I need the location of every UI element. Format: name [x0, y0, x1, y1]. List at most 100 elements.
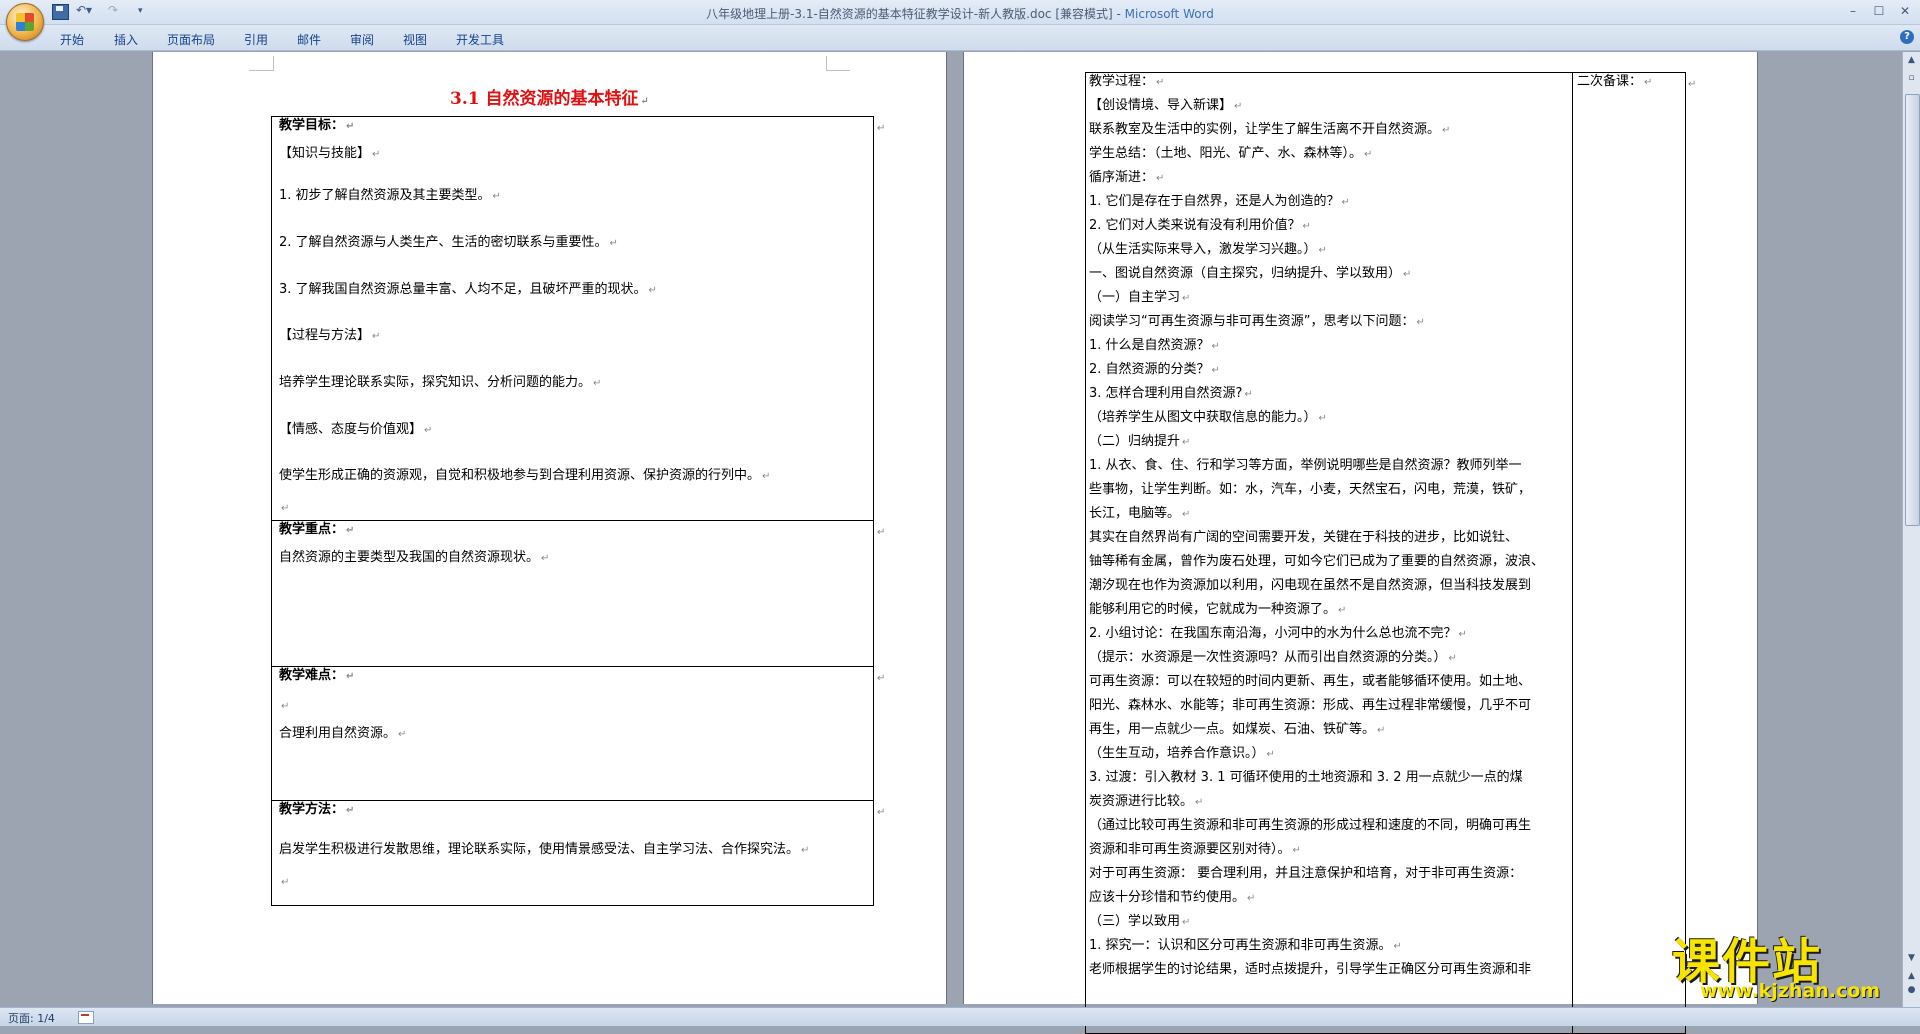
window-title: 八年级地理上册-3.1-自然资源的基本特征教学设计-新人教版.doc [兼容模式…	[0, 5, 1920, 22]
scroll-down-icon[interactable]: ▼	[1905, 952, 1918, 965]
process-line: 长江，电脑等。 ↵	[1089, 506, 1191, 521]
title-bar: ↶▾ ↷ ▾ 八年级地理上册-3.1-自然资源的基本特征教学设计-新人教版.do…	[0, 0, 1920, 25]
process-line: 炭资源进行比较。 ↵	[1089, 794, 1204, 809]
previous-page-icon[interactable]: ▲	[1905, 970, 1918, 983]
process-line: 联系教室及生活中的实例，让学生了解生活离不开自然资源。 ↵	[1089, 122, 1451, 137]
proofing-icon[interactable]	[78, 1011, 94, 1024]
goal-line: 2. 了解自然资源与人类生产、生活的密切联系与重要性。 ↵	[279, 235, 618, 250]
office-logo-icon	[16, 13, 34, 31]
process-line: 些事物，让学生判断。如：水，汽车，小麦，天然宝石，闪电，荒漠，铁矿，	[1089, 482, 1532, 497]
process-line: 可再生资源：可以在较短的时间内更新、再生，或者能够循环使用。如土地、	[1089, 674, 1532, 689]
app-name: Microsoft Word	[1124, 7, 1214, 21]
table-column-divider	[1572, 72, 1573, 1034]
tab-developer[interactable]: 开发工具	[456, 31, 504, 48]
tab-insert[interactable]: 插入	[114, 31, 138, 48]
table-divider	[271, 520, 873, 521]
process-line: 3. 怎样合理利用自然资源? ↵	[1089, 386, 1253, 401]
tab-page-layout[interactable]: 页面布局	[167, 31, 215, 48]
browse-object-icon[interactable]: ●	[1905, 984, 1918, 997]
tab-home[interactable]: 开始	[60, 31, 84, 48]
process-line: 阳光、森林水、水能等；非可再生资源：形成、再生过程非常缓慢，几乎不可	[1089, 698, 1532, 713]
process-line: （二）归纳提升 ↵	[1089, 434, 1191, 449]
row-end-mark: ↵	[877, 123, 886, 134]
process-line: 循序渐进： ↵	[1089, 170, 1165, 185]
row-end-mark: ↵	[877, 527, 886, 538]
process-line: （通过比较可再生资源和非可再生资源的形成过程和速度的不同，明确可再生	[1089, 818, 1532, 833]
watermark-url: www.kjzhan.com	[1700, 980, 1881, 1002]
process-line: 学生总结：（土地、阳光、矿产、水、森林等）。 ↵	[1089, 146, 1373, 161]
table-divider	[271, 800, 873, 801]
process-line: 能够利用它的时候，它就成为一种资源了。 ↵	[1089, 602, 1347, 617]
process-line: 潮汐现在也作为资源加以利用，闪电现在虽然不是自然资源，但当科技发展到	[1089, 578, 1532, 593]
goal-line: 使学生形成正确的资源观，自觉和积极地参与到合理利用资源、保护资源的行列中。 ↵	[279, 468, 771, 483]
tab-view[interactable]: 视图	[403, 31, 427, 48]
process-line: 1. 从衣、食、住、行和学习等方面，举例说明哪些是自然资源？教师列举一	[1089, 458, 1522, 473]
process-line: 2. 自然资源的分类？ ↵	[1089, 362, 1220, 377]
process-line: 教学过程： ↵	[1089, 74, 1165, 89]
status-bar: 页面: 1/4	[0, 1007, 1920, 1026]
crop-mark	[273, 56, 274, 71]
method-header: 教学方法： ↵	[279, 802, 355, 817]
document-page-1[interactable]: 3.1 自然资源的基本特征 ↵ 教学目标： ↵ 【知识与技能】 ↵ 1. 初步了解自然…	[152, 52, 947, 1004]
office-button[interactable]	[6, 3, 44, 41]
tab-mailings[interactable]: 邮件	[297, 31, 321, 48]
row-end-mark: ↵	[877, 807, 886, 818]
row-end-mark: ↵	[1688, 79, 1697, 90]
difficulty-text: 合理利用自然资源。 ↵	[279, 726, 407, 741]
ruler-toggle-icon[interactable]: ▫	[1905, 72, 1918, 85]
process-line: 3. 过渡：引入教材 3. 1 可循环使用的土地资源和 3. 2 用一点就少一点…	[1089, 770, 1523, 785]
document-title: 八年级地理上册-3.1-自然资源的基本特征教学设计-新人教版.doc [兼容模式…	[706, 7, 1125, 21]
document-heading: 3.1 自然资源的基本特征 ↵	[450, 89, 649, 109]
goal-line: 【过程与方法】 ↵	[279, 328, 381, 343]
difficulty-header: 教学难点： ↵	[279, 668, 355, 683]
process-line: 1. 探究一：认识和区分可再生资源和非可再生资源。 ↵	[1089, 938, 1402, 953]
minimize-icon[interactable]: –	[1840, 2, 1866, 20]
scrollbar-thumb[interactable]	[1905, 94, 1920, 526]
process-line: 老师根据学生的讨论结果，适时点拨提升，引导学生正确区分可再生资源和非	[1089, 962, 1532, 977]
goal-line: 3. 了解我国自然资源总量丰富、人均不足，且破坏严重的现状。 ↵	[279, 282, 657, 297]
empty-paragraph: ↵	[281, 877, 290, 888]
ribbon-tab-bar: 开始 插入 页面布局 引用 邮件 审阅 视图 开发工具 ?	[0, 25, 1920, 51]
process-line: （提示：水资源是一次性资源吗？从而引出自然资源的分类。） ↵	[1089, 650, 1457, 665]
process-line: 1. 它们是存在于自然界，还是人为创造的？ ↵	[1089, 194, 1350, 209]
process-line: 其实在自然界尚有广阔的空间需要开发，关键在于科技的进步，比如说钍、	[1089, 530, 1519, 545]
page-count[interactable]: 页面: 1/4	[8, 1010, 55, 1026]
goal-line: 培养学生理论联系实际，探究知识、分析问题的能力。 ↵	[279, 375, 602, 390]
process-line: 一、图说自然资源（自主探究，归纳提升、学以致用） ↵	[1089, 266, 1412, 281]
process-line: 2. 它们对人类来说有没有利用价值？ ↵	[1089, 218, 1311, 233]
method-text: 启发学生积极进行发散思维，理论联系实际，使用情景感受法、自主学习法、合作探究法。…	[279, 842, 810, 857]
crop-mark	[826, 70, 850, 71]
process-line: 阅读学习“可再生资源与非可再生资源”，思考以下问题： ↵	[1089, 314, 1425, 329]
process-line: （三）学以致用 ↵	[1089, 914, 1191, 929]
process-line: 铀等稀有金属，曾作为废石处理，可如今它们已成为了重要的自然资源，波浪、	[1089, 554, 1545, 569]
goal-line: 【情感、态度与价值观】 ↵	[279, 422, 433, 437]
key-header: 教学重点： ↵	[279, 522, 355, 537]
process-line: （培养学生从图文中获取信息的能力。） ↵	[1089, 410, 1327, 425]
row-end-mark: ↵	[877, 673, 886, 684]
key-text: 自然资源的主要类型及我国的自然资源现状。 ↵	[279, 550, 550, 565]
goal-header: 教学目标： ↵	[279, 118, 355, 133]
process-line: 应该十分珍惜和节约使用。 ↵	[1089, 890, 1256, 905]
crop-mark	[249, 70, 273, 71]
maximize-icon[interactable]: ☐	[1866, 2, 1892, 20]
process-line: 再生，用一点就少一点。如煤炭、石油、铁矿等。 ↵	[1089, 722, 1386, 737]
crop-mark	[826, 56, 827, 71]
tab-review[interactable]: 审阅	[350, 31, 374, 48]
process-line: （生生互动，培养合作意识。） ↵	[1089, 746, 1275, 761]
empty-paragraph: ↵	[281, 701, 290, 712]
document-page-2[interactable]: 二次备课： ↵ ↵ 教学过程： ↵ 【创设情境、导入新课】 ↵ 联系教室及生活中的实例…	[963, 52, 1758, 1034]
scroll-up-icon[interactable]: ▲	[1905, 54, 1918, 67]
table-divider	[271, 666, 873, 667]
vertical-scrollbar[interactable]: ▲ ▫ ▼ ▲ ●	[1902, 52, 1920, 1007]
process-line: 1. 什么是自然资源？ ↵	[1089, 338, 1220, 353]
tab-references[interactable]: 引用	[244, 31, 268, 48]
process-line: 【创设情境、导入新课】 ↵	[1089, 98, 1243, 113]
empty-paragraph: ↵	[281, 503, 290, 514]
process-line: 资源和非可再生资源要区别对待）。 ↵	[1089, 842, 1301, 857]
help-icon[interactable]: ?	[1900, 30, 1914, 44]
close-icon[interactable]: ✕	[1892, 2, 1918, 20]
process-line: （从生活实际来导入，激发学习兴趣。） ↵	[1089, 242, 1327, 257]
process-line: （一）自主学习 ↵	[1089, 290, 1191, 305]
process-line: 对于可再生资源： 要合理利用，并且注意保护和培育，对于非可再生资源：	[1089, 866, 1523, 881]
second-prep-header: 二次备课： ↵	[1577, 74, 1653, 89]
